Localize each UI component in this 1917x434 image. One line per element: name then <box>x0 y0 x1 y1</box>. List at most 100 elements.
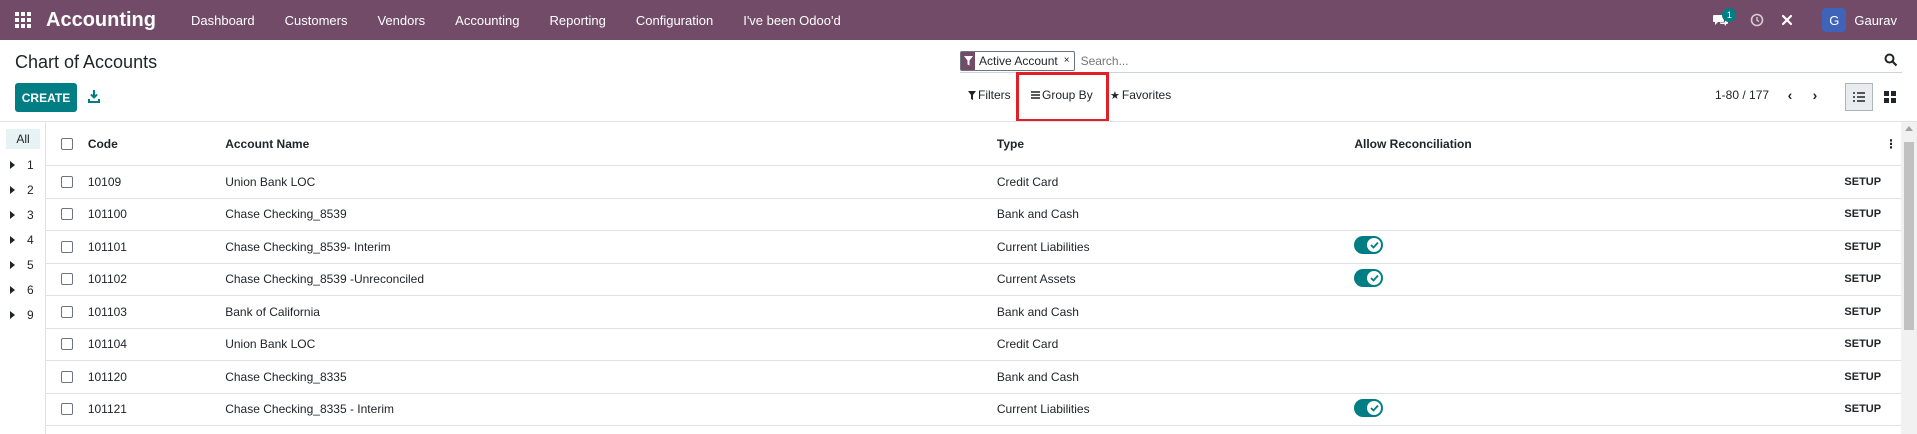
table-row[interactable]: 101103 Bank of California Bank and Cash SET… <box>46 296 1901 329</box>
side-item-1[interactable]: 1 <box>10 156 34 174</box>
menu-customers[interactable]: Customers <box>270 0 363 40</box>
caret-right-icon <box>10 161 15 169</box>
create-button[interactable]: CREATE <box>15 83 77 112</box>
header-code[interactable]: Code <box>88 137 225 151</box>
cell-type: Credit Card <box>996 337 1059 352</box>
setup-button[interactable]: SETUP <box>1821 273 1881 285</box>
cell-account-name: Chase Checking_8539- Interim <box>225 239 391 254</box>
table-row[interactable]: 101100 Chase Checking_8539 Bank and Cash SE… <box>46 199 1901 231</box>
search-facet[interactable]: Active Account × <box>960 50 1075 71</box>
scroll-thumb[interactable] <box>1904 142 1914 330</box>
filters-dropdown[interactable]: Filters <box>968 88 1011 102</box>
apps-menu-icon[interactable] <box>0 0 46 40</box>
vertical-scrollbar[interactable] <box>1901 122 1917 434</box>
row-checkbox[interactable] <box>60 305 73 318</box>
cell-account-name: Chase Checking_8335 <box>225 369 347 384</box>
cell-type: Bank and Cash <box>996 369 1079 384</box>
table-header: Code Account Name Type Allow Reconciliat… <box>46 122 1901 166</box>
table-row[interactable]: 101120 Chase Checking_8335 Bank and Cash SE… <box>46 361 1901 394</box>
row-check-cell <box>46 370 88 383</box>
filter-facet-icon <box>961 51 975 70</box>
caret-right-icon <box>10 311 15 319</box>
menu-accounting[interactable]: Accounting <box>440 0 534 40</box>
menu-reporting[interactable]: Reporting <box>535 0 621 40</box>
caret-right-icon <box>10 211 15 219</box>
cell-code: 101120 <box>87 369 127 384</box>
kanban-view-button[interactable] <box>1876 83 1904 111</box>
cell-allow-reconciliation <box>1354 236 1821 257</box>
row-check-cell <box>46 273 88 286</box>
pager-previous-icon[interactable]: ‹ <box>1782 86 1798 104</box>
cell-account-name: Chase Checking_8335 - Interim <box>225 402 394 417</box>
row-checkbox[interactable] <box>60 273 73 286</box>
scroll-up-arrow-icon[interactable] <box>1905 126 1913 131</box>
setup-button[interactable]: SETUP <box>1821 306 1881 318</box>
row-checkbox[interactable] <box>60 403 73 416</box>
row-checkbox[interactable] <box>60 370 73 383</box>
pager-value[interactable]: 1-80 / 177 <box>1715 88 1769 102</box>
row-checkbox[interactable] <box>60 240 73 253</box>
side-item-all[interactable]: All <box>6 129 40 149</box>
menu-odood[interactable]: I've been Odoo'd <box>728 0 855 40</box>
table-row[interactable]: 10109 Union Bank LOC Credit Card SETUP <box>46 166 1901 199</box>
optional-columns-icon[interactable]: ⋮ <box>1881 137 1901 151</box>
facet-close-icon[interactable]: × <box>1062 52 1074 70</box>
setup-button[interactable]: SETUP <box>1821 241 1881 253</box>
side-item-4[interactable]: 4 <box>10 231 34 249</box>
cell-code: 101100 <box>87 207 127 222</box>
reconcile-toggle[interactable] <box>1354 398 1384 417</box>
table-row[interactable]: 101121 Chase Checking_8335 - Interim Curre… <box>46 394 1901 426</box>
user-menu[interactable]: G Gaurav <box>1822 8 1897 32</box>
table-row[interactable]: 101102 Chase Checking_8539 -Unreconciled C… <box>46 264 1901 296</box>
cell-code: 101121 <box>87 402 127 417</box>
side-item-2[interactable]: 2 <box>10 181 34 199</box>
debug-tools-icon[interactable] <box>1772 0 1802 40</box>
row-checkbox[interactable] <box>60 338 73 351</box>
filter-icon <box>968 90 976 100</box>
setup-button[interactable]: SETUP <box>1821 371 1881 383</box>
side-item-9[interactable]: 9 <box>10 306 34 324</box>
star-icon: ★ <box>1110 89 1120 102</box>
menu-vendors[interactable]: Vendors <box>362 0 440 40</box>
menu-configuration[interactable]: Configuration <box>621 0 728 40</box>
side-item-3[interactable]: 3 <box>10 206 34 224</box>
side-item-label: 2 <box>27 183 34 197</box>
reconcile-toggle[interactable] <box>1354 268 1384 287</box>
messaging-icon[interactable]: 1 <box>1706 0 1737 40</box>
row-check-cell <box>46 338 88 351</box>
cell-type: Current Liabilities <box>996 402 1090 417</box>
search-input[interactable] <box>1080 53 1884 68</box>
app-brand[interactable]: Accounting <box>46 9 156 32</box>
favorites-dropdown[interactable]: ★ Favorites <box>1110 88 1171 102</box>
side-item-5[interactable]: 5 <box>10 256 34 274</box>
row-checkbox[interactable] <box>60 208 73 221</box>
cell-code: 101103 <box>87 304 127 319</box>
header-account-name[interactable]: Account Name <box>225 137 997 151</box>
header-type[interactable]: Type <box>997 137 1354 151</box>
list-view-button[interactable] <box>1845 83 1873 111</box>
cell-type: Bank and Cash <box>996 207 1079 222</box>
table-row[interactable]: 101101 Chase Checking_8539- Interim Curren… <box>46 231 1901 264</box>
setup-button[interactable]: SETUP <box>1821 338 1881 350</box>
row-checkbox[interactable] <box>60 175 73 188</box>
menu-dashboard[interactable]: Dashboard <box>176 0 270 40</box>
cell-type: Bank and Cash <box>996 304 1079 319</box>
activity-clock-icon[interactable] <box>1742 0 1772 40</box>
search-icon[interactable] <box>1884 53 1900 69</box>
cell-code: 101102 <box>87 272 127 287</box>
pager-next-icon[interactable]: › <box>1807 86 1823 104</box>
download-icon[interactable] <box>86 88 102 104</box>
cell-account-name: Union Bank LOC <box>225 337 316 352</box>
check-icon <box>1367 400 1382 415</box>
select-all-checkbox[interactable] <box>60 137 73 150</box>
caret-right-icon <box>10 286 15 294</box>
setup-button[interactable]: SETUP <box>1821 403 1881 415</box>
table-row[interactable]: 101104 Union Bank LOC Credit Card SETUP <box>46 329 1901 361</box>
reconcile-toggle[interactable] <box>1354 236 1384 255</box>
cell-code: 101104 <box>87 337 127 352</box>
side-item-6[interactable]: 6 <box>10 281 34 299</box>
header-allow-reconciliation[interactable]: Allow Reconciliation <box>1354 137 1821 151</box>
setup-button[interactable]: SETUP <box>1821 208 1881 220</box>
row-check-cell <box>46 175 88 188</box>
setup-button[interactable]: SETUP <box>1821 176 1881 188</box>
